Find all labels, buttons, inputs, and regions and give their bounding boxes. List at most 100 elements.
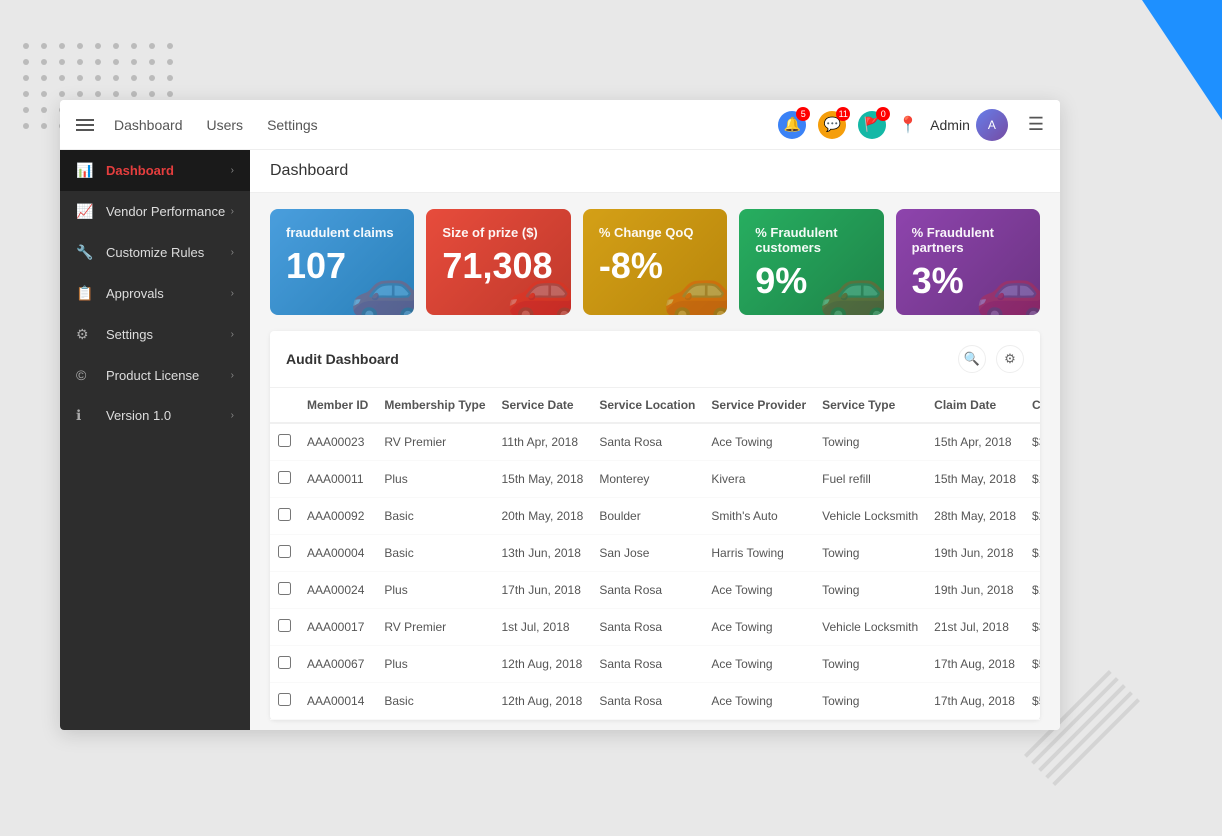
checkbox-input[interactable] — [278, 508, 291, 521]
audit-table-wrap: Member ID Membership Type Service Date S… — [270, 388, 1040, 720]
right-menu-toggle[interactable]: ☰ — [1028, 114, 1044, 135]
checkbox-input[interactable] — [278, 582, 291, 595]
version-icon: ℹ — [76, 407, 96, 424]
stat-card-fraudulent-claims: fraudulent claims 107 🚗 — [270, 209, 414, 315]
row-checkbox[interactable] — [270, 609, 299, 646]
sidebar-label-settings: Settings — [106, 327, 231, 342]
row-checkbox[interactable] — [270, 498, 299, 535]
notification-chat-btn[interactable]: 💬 11 — [818, 111, 846, 139]
nav-item-settings[interactable]: Settings — [267, 117, 318, 133]
cell-service-location: Santa Rosa — [591, 609, 703, 646]
stats-row: fraudulent claims 107 🚗 Size of prize ($… — [250, 193, 1060, 331]
cell-membership-type: Basic — [376, 683, 493, 720]
sidebar-item-dashboard[interactable]: 📊 Dashboard › — [60, 150, 250, 191]
table-header-row: Member ID Membership Type Service Date S… — [270, 388, 1040, 423]
app-window: Dashboard Users Settings 🔔 5 💬 11 🚩 0 📍 … — [60, 100, 1060, 730]
stat-title-4: % Fraudulent partners — [912, 225, 1024, 255]
sidebar-item-product-license[interactable]: © Product License › — [60, 355, 250, 395]
bell-badge: 5 — [796, 107, 810, 121]
cell-service-date: 13th Jun, 2018 — [494, 535, 592, 572]
row-checkbox[interactable] — [270, 423, 299, 461]
sidebar-item-version[interactable]: ℹ Version 1.0 › — [60, 395, 250, 436]
audit-search-btn[interactable]: 🔍 — [958, 345, 986, 373]
menu-toggle[interactable] — [76, 119, 94, 131]
cell-service-type: Towing — [814, 423, 926, 461]
cell-service-date: 11th Apr, 2018 — [494, 423, 592, 461]
main-content: Dashboard fraudulent claims 107 🚗 Size o… — [250, 150, 1060, 730]
audit-header: Audit Dashboard 🔍 ⚙ — [270, 331, 1040, 388]
user-avatar: A — [976, 109, 1008, 141]
table-body: AAA00023 RV Premier 11th Apr, 2018 Santa… — [270, 423, 1040, 720]
chevron-icon-license: › — [231, 370, 234, 381]
settings-icon: ⚙ — [76, 326, 96, 343]
sidebar-item-customize-rules[interactable]: 🔧 Customize Rules › — [60, 232, 250, 273]
checkbox-input[interactable] — [278, 545, 291, 558]
cell-member-id: AAA00024 — [299, 572, 376, 609]
col-service-provider: Service Provider — [703, 388, 814, 423]
cell-service-provider: Ace Towing — [703, 572, 814, 609]
cell-claim-amount: $300 — [1024, 609, 1040, 646]
table-row: AAA00014 Basic 12th Aug, 2018 Santa Rosa… — [270, 683, 1040, 720]
col-member-id: Member ID — [299, 388, 376, 423]
checkbox-input[interactable] — [278, 656, 291, 669]
sidebar-item-settings[interactable]: ⚙ Settings › — [60, 314, 250, 355]
cell-service-location: Santa Rosa — [591, 423, 703, 461]
stat-title-1: Size of prize ($) — [442, 225, 554, 240]
sidebar-label-product-license: Product License — [106, 368, 231, 383]
sidebar: 📊 Dashboard › 📈 Vendor Performance › 🔧 C… — [60, 150, 250, 730]
notification-bell-btn[interactable]: 🔔 5 — [778, 111, 806, 139]
cell-service-type: Vehicle Locksmith — [814, 498, 926, 535]
cell-membership-type: RV Premier — [376, 423, 493, 461]
cell-member-id: AAA00011 — [299, 461, 376, 498]
cell-service-provider: Smith's Auto — [703, 498, 814, 535]
stat-bg-car-4: 🚗 — [975, 254, 1040, 315]
cell-service-location: Boulder — [591, 498, 703, 535]
cell-service-provider: Harris Towing — [703, 535, 814, 572]
cell-service-type: Vehicle Locksmith — [814, 609, 926, 646]
user-profile[interactable]: Admin A — [930, 109, 1008, 141]
checkbox-input[interactable] — [278, 434, 291, 447]
cell-service-date: 12th Aug, 2018 — [494, 646, 592, 683]
cell-claim-amount: $50 — [1024, 646, 1040, 683]
cell-service-provider: Ace Towing — [703, 423, 814, 461]
navbar-menu: Dashboard Users Settings — [114, 117, 778, 133]
row-checkbox[interactable] — [270, 461, 299, 498]
sidebar-item-vendor-performance[interactable]: 📈 Vendor Performance › — [60, 191, 250, 232]
cell-service-type: Towing — [814, 646, 926, 683]
cell-claim-date: 19th Jun, 2018 — [926, 572, 1024, 609]
cell-claim-date: 17th Aug, 2018 — [926, 646, 1024, 683]
checkbox-input[interactable] — [278, 693, 291, 706]
table-row: AAA00004 Basic 13th Jun, 2018 San Jose H… — [270, 535, 1040, 572]
nav-item-dashboard[interactable]: Dashboard — [114, 117, 183, 133]
cell-service-location: Santa Rosa — [591, 572, 703, 609]
cell-service-date: 17th Jun, 2018 — [494, 572, 592, 609]
checkbox-input[interactable] — [278, 619, 291, 632]
row-checkbox[interactable] — [270, 535, 299, 572]
cell-claim-amount: $300 — [1024, 423, 1040, 461]
cell-membership-type: Plus — [376, 572, 493, 609]
cell-member-id: AAA00004 — [299, 535, 376, 572]
checkbox-input[interactable] — [278, 471, 291, 484]
row-checkbox[interactable] — [270, 646, 299, 683]
nav-item-users[interactable]: Users — [207, 117, 244, 133]
cell-service-type: Towing — [814, 535, 926, 572]
notification-flag-btn[interactable]: 🚩 0 — [858, 111, 886, 139]
sidebar-item-approvals[interactable]: 📋 Approvals › — [60, 273, 250, 314]
cell-membership-type: Plus — [376, 461, 493, 498]
cell-service-provider: Ace Towing — [703, 609, 814, 646]
audit-title: Audit Dashboard — [286, 351, 958, 367]
cell-member-id: AAA00092 — [299, 498, 376, 535]
stat-bg-car-1: 🚗 — [506, 254, 571, 315]
cell-membership-type: Basic — [376, 535, 493, 572]
col-membership-type: Membership Type — [376, 388, 493, 423]
stat-title-0: fraudulent claims — [286, 225, 398, 240]
audit-gear-btn[interactable]: ⚙ — [996, 345, 1024, 373]
cell-claim-date: 15th Apr, 2018 — [926, 423, 1024, 461]
row-checkbox[interactable] — [270, 572, 299, 609]
audit-header-icons: 🔍 ⚙ — [958, 345, 1024, 373]
cell-claim-amount: $1000 — [1024, 535, 1040, 572]
cell-service-type: Towing — [814, 683, 926, 720]
cell-claim-date: 21st Jul, 2018 — [926, 609, 1024, 646]
row-checkbox[interactable] — [270, 683, 299, 720]
cell-claim-amount: $1800 — [1024, 572, 1040, 609]
